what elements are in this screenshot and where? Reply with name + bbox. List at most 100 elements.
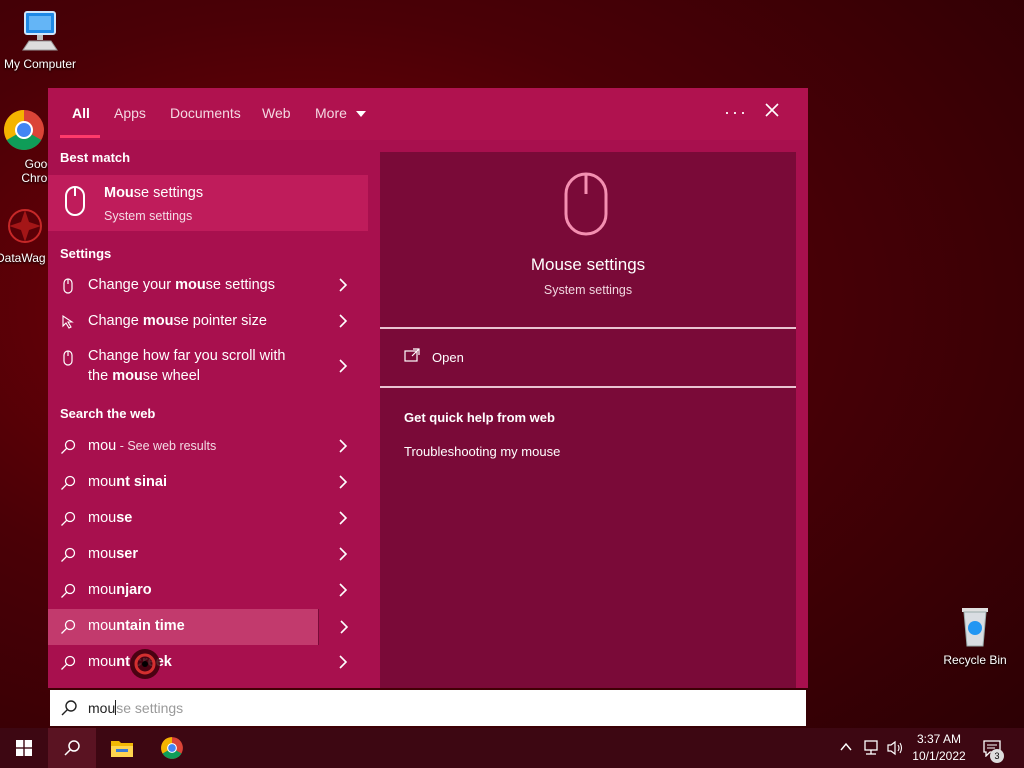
chevron-right-icon: [339, 511, 348, 525]
best-match-subtitle: System settings: [104, 209, 193, 223]
mouse-icon: [564, 172, 608, 236]
search-icon: [61, 655, 76, 670]
chevron-right-icon: [339, 439, 348, 453]
taskbar-search-button[interactable]: [48, 728, 96, 768]
tab-apps[interactable]: Apps: [114, 105, 146, 121]
cursor-overlay-icon: [130, 649, 160, 679]
volume-icon[interactable]: [886, 740, 904, 756]
settings-item-label: Change your mouse settings: [88, 277, 275, 293]
web-result-label: mou - See web results: [88, 438, 217, 454]
search-icon: [61, 583, 76, 598]
web-result-item[interactable]: mounjaro: [48, 573, 368, 609]
settings-item[interactable]: Change mouse pointer size: [48, 304, 368, 340]
tab-documents[interactable]: Documents: [170, 105, 241, 121]
settings-item[interactable]: Change your mouse settings: [48, 268, 368, 304]
chrome-icon: [4, 110, 44, 150]
chrome-icon: [161, 737, 183, 759]
web-result-item[interactable]: mount sinai: [48, 465, 368, 501]
desktop-icon-chrome[interactable]: Goog Chron: [0, 108, 54, 185]
open-label: Open: [432, 350, 464, 365]
search-text: mouse settings: [88, 700, 184, 716]
results-list: Best match Mouse settings System setting…: [48, 140, 369, 688]
clock-date: 10/1/2022: [912, 749, 966, 763]
pointer-icon: [62, 314, 74, 329]
mouse-icon: [65, 186, 85, 216]
web-result-label: mounjaro: [88, 582, 152, 598]
notification-badge: 3: [990, 749, 1004, 763]
desktop-icon-label: DataWag: [0, 251, 46, 265]
best-match-title: Mouse settings: [104, 185, 204, 201]
clock[interactable]: 3:37 AM 10/1/2022: [908, 731, 970, 765]
search-icon: [61, 475, 76, 490]
settings-item-label: Change mouse pointer size: [88, 313, 267, 329]
search-box[interactable]: mouse settings: [50, 690, 806, 726]
chevron-right-icon: [339, 547, 348, 561]
preview-subtitle: System settings: [543, 283, 633, 297]
best-match-item[interactable]: Mouse settings System settings: [48, 175, 368, 231]
tab-web[interactable]: Web: [262, 105, 291, 121]
chrome-taskbar-button[interactable]: [148, 728, 196, 768]
chevron-right-icon: [340, 620, 349, 634]
web-result-item[interactable]: mouse: [48, 501, 368, 537]
search-icon: [61, 547, 76, 562]
settings-item[interactable]: Change how far you scroll with the mouse…: [48, 340, 368, 392]
search-icon: [61, 511, 76, 526]
start-button[interactable]: [0, 728, 48, 768]
desktop-icon-datawag[interactable]: DataWag: [0, 206, 54, 265]
filter-tabs: All Apps Documents Web More ···: [48, 88, 808, 140]
web-result-label: mountain time: [88, 618, 185, 634]
web-result-item[interactable]: mount creek: [48, 645, 368, 681]
quick-help-heading: Get quick help from web: [404, 410, 555, 425]
chevron-right-icon: [339, 475, 348, 489]
web-result-item[interactable]: mou - See web results: [48, 429, 368, 465]
divider: [380, 386, 796, 388]
divider: [380, 327, 796, 329]
web-result-item[interactable]: mouser: [48, 537, 368, 573]
caret-down-icon: [355, 111, 366, 118]
file-explorer-button[interactable]: [98, 728, 146, 768]
search-icon: [61, 439, 76, 454]
tab-more-label: More: [315, 105, 347, 121]
desktop-icon-label: Goog Chron: [21, 157, 54, 185]
tab-all[interactable]: All: [72, 105, 90, 121]
chevron-right-icon: [339, 314, 348, 328]
preview-title: Mouse settings: [530, 255, 646, 274]
chevron-right-icon: [339, 359, 348, 373]
open-button[interactable]: Open: [380, 330, 796, 386]
best-match-heading: Best match: [60, 150, 131, 165]
clock-time: 3:37 AM: [916, 732, 962, 746]
chevron-right-icon: [339, 278, 348, 292]
close-icon[interactable]: [764, 100, 780, 122]
taskbar: 3:37 AM 10/1/2022 3: [0, 728, 1024, 768]
web-result-item[interactable]: mountain time: [48, 609, 369, 645]
expand-result-button[interactable]: [318, 609, 369, 645]
chevron-up-icon[interactable]: [840, 742, 852, 752]
open-icon: [404, 348, 420, 362]
computer-icon: [22, 11, 58, 51]
search-panel: All Apps Documents Web More ··· Best mat…: [48, 88, 808, 688]
folder-icon: [111, 741, 133, 757]
desktop-icon-label: My Computer: [3, 57, 77, 71]
more-options-icon[interactable]: ···: [724, 102, 748, 123]
tab-more[interactable]: More: [315, 105, 367, 121]
mouse-icon: [63, 278, 73, 294]
chevron-right-icon: [339, 583, 348, 597]
search-icon: [64, 740, 80, 756]
datawag-icon: [8, 209, 42, 243]
windows-icon: [16, 740, 32, 756]
recycle-bin-icon: [962, 608, 988, 647]
desktop-icon-my-computer[interactable]: My Computer: [0, 8, 80, 71]
mouse-icon: [63, 350, 73, 366]
web-result-label: mount sinai: [88, 474, 167, 490]
search-icon: [61, 619, 76, 634]
search-web-heading: Search the web: [60, 406, 156, 421]
network-icon[interactable]: [862, 740, 880, 756]
quick-help-link[interactable]: Troubleshooting my mouse: [404, 444, 560, 459]
preview-pane: Mouse settings System settings Open Get …: [380, 152, 796, 688]
desktop-icon-recycle-bin[interactable]: Recycle Bin: [935, 602, 1015, 667]
chevron-right-icon: [339, 655, 348, 669]
web-result-label: mouse: [88, 510, 133, 526]
settings-heading: Settings: [60, 246, 112, 261]
active-tab-indicator: [60, 135, 100, 138]
settings-item-label: Change how far you scroll with the mouse…: [88, 348, 286, 384]
